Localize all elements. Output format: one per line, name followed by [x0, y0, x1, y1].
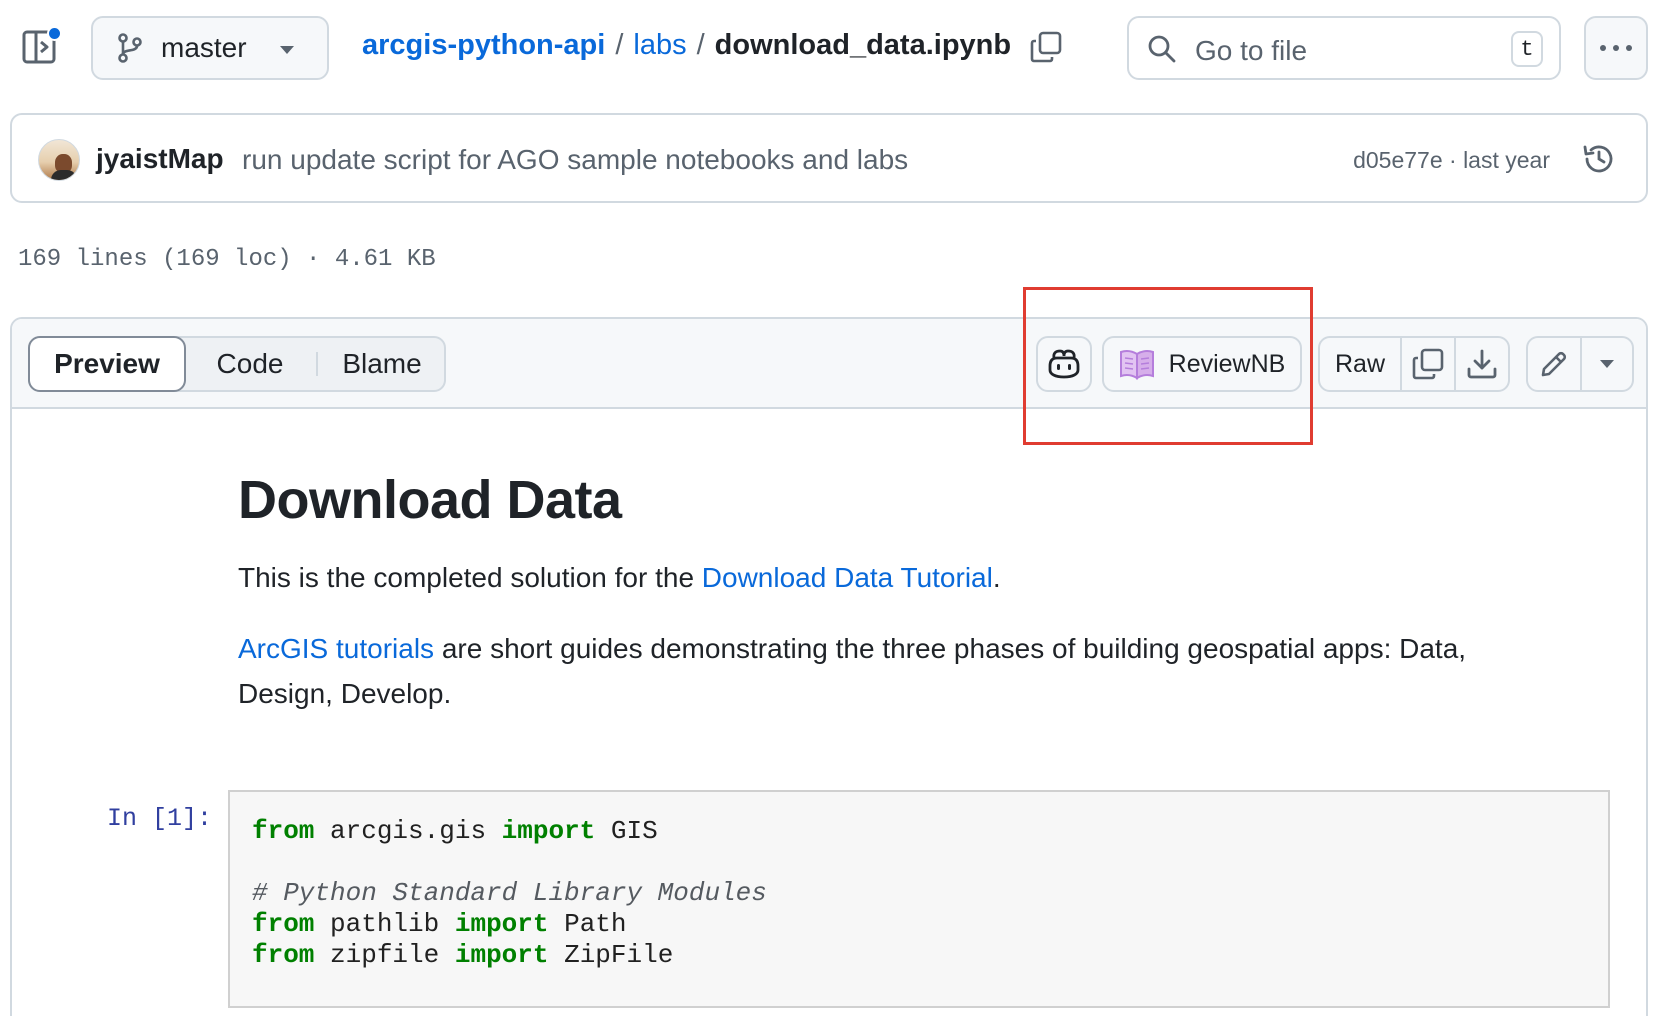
tab-code[interactable]: Code	[190, 338, 310, 390]
code-keyword: import	[501, 816, 596, 846]
pencil-icon	[1541, 351, 1567, 377]
download-icon	[1467, 349, 1497, 379]
code-text: zipfile	[314, 940, 455, 970]
code-line: from arcgis.gis import GIS	[252, 816, 658, 846]
latest-commit-box: jyaistMap run update script for AGO samp…	[10, 113, 1648, 203]
code-keyword: from	[252, 816, 315, 846]
code-line: from zipfile import ZipFile	[252, 940, 673, 970]
edit-options-dropdown[interactable]	[1582, 338, 1632, 390]
breadcrumb-repo-link[interactable]: arcgis-python-api	[362, 29, 605, 62]
code-text: GIS	[595, 816, 658, 846]
code-text: arcgis.gis	[314, 816, 502, 846]
notebook-description-paragraph: ArcGIS tutorials are short guides demons…	[238, 626, 1538, 716]
chevron-down-icon	[1600, 360, 1614, 368]
file-info: 169 lines (169 loc) · 4.61 KB	[18, 246, 436, 273]
download-data-tutorial-link[interactable]: Download Data Tutorial	[702, 562, 993, 593]
notebook-title: Download Data	[238, 470, 622, 530]
history-icon[interactable]	[1582, 142, 1616, 176]
reviewnb-button[interactable]: ReviewNB	[1102, 336, 1302, 392]
chevron-down-icon	[280, 46, 294, 54]
copilot-icon	[1048, 349, 1080, 379]
edit-file-button[interactable]	[1528, 338, 1582, 390]
tab-blame[interactable]: Blame	[320, 338, 444, 390]
notebook-intro-paragraph: This is the completed solution for the D…	[238, 555, 1001, 600]
breadcrumb-separator: /	[615, 29, 624, 61]
code-line: from pathlib import Path	[252, 909, 627, 939]
code-keyword: from	[252, 940, 315, 970]
commit-author-link[interactable]: jyaistMap	[96, 143, 224, 175]
breadcrumb: arcgis-python-api / labs / download_data…	[362, 29, 1011, 62]
code-text: ZipFile	[548, 940, 674, 970]
arcgis-tutorials-link[interactable]: ArcGIS tutorials	[238, 633, 434, 664]
notification-dot	[47, 26, 62, 41]
edit-actions-group	[1526, 336, 1634, 392]
cell-input-prompt: In [1]:	[107, 804, 213, 833]
code-text: Path	[548, 909, 627, 939]
commit-sha-and-date[interactable]: d05e77e · last year	[1353, 147, 1550, 174]
code-cell: from arcgis.gis import GIS # Python Stan…	[228, 790, 1610, 1008]
branch-selector-button[interactable]: master	[91, 16, 329, 80]
code-keyword: import	[454, 909, 549, 939]
reviewnb-label: ReviewNB	[1168, 349, 1286, 378]
kebab-horizontal-icon	[1600, 45, 1632, 51]
tab-preview[interactable]: Preview	[28, 336, 186, 392]
breadcrumb-file-name: download_data.ipynb	[714, 29, 1012, 61]
copilot-button[interactable]	[1036, 336, 1092, 392]
download-raw-button[interactable]	[1456, 338, 1508, 390]
branch-name: master	[161, 32, 247, 63]
raw-button[interactable]: Raw	[1320, 338, 1402, 390]
code-text: pathlib	[314, 909, 455, 939]
search-icon	[1148, 35, 1176, 63]
breadcrumb-folder-link[interactable]: labs	[633, 29, 686, 62]
copy-icon	[1412, 348, 1444, 380]
view-mode-segmented-control: Preview Code Blame	[28, 336, 446, 392]
open-book-icon	[1119, 349, 1154, 380]
keyboard-shortcut-hint: t	[1511, 31, 1543, 67]
commit-message-link[interactable]: run update script for AGO sample noteboo…	[242, 144, 908, 176]
code-keyword: import	[454, 940, 549, 970]
code-comment: # Python Standard Library Modules	[252, 878, 767, 908]
go-to-file-placeholder: Go to file	[1195, 35, 1308, 66]
raw-actions-group: Raw	[1318, 336, 1510, 392]
git-branch-icon	[118, 33, 142, 63]
code-keyword: from	[252, 909, 315, 939]
go-to-file-input[interactable]: Go to file t	[1127, 16, 1561, 80]
intro-period: .	[992, 562, 1001, 593]
segment-divider	[316, 352, 318, 376]
file-viewer: Preview Code Blame ReviewNB Raw Download…	[10, 317, 1648, 1016]
breadcrumb-separator: /	[696, 29, 705, 61]
more-options-button[interactable]	[1584, 16, 1648, 80]
author-avatar[interactable]	[38, 139, 80, 181]
file-viewer-header: Preview Code Blame ReviewNB Raw	[12, 319, 1646, 409]
file-tree-toggle-button[interactable]	[22, 26, 62, 68]
intro-text: This is the completed solution for the	[238, 562, 702, 593]
copy-icon	[1030, 31, 1062, 63]
copy-path-button[interactable]	[1030, 31, 1062, 63]
copy-raw-button[interactable]	[1402, 338, 1456, 390]
